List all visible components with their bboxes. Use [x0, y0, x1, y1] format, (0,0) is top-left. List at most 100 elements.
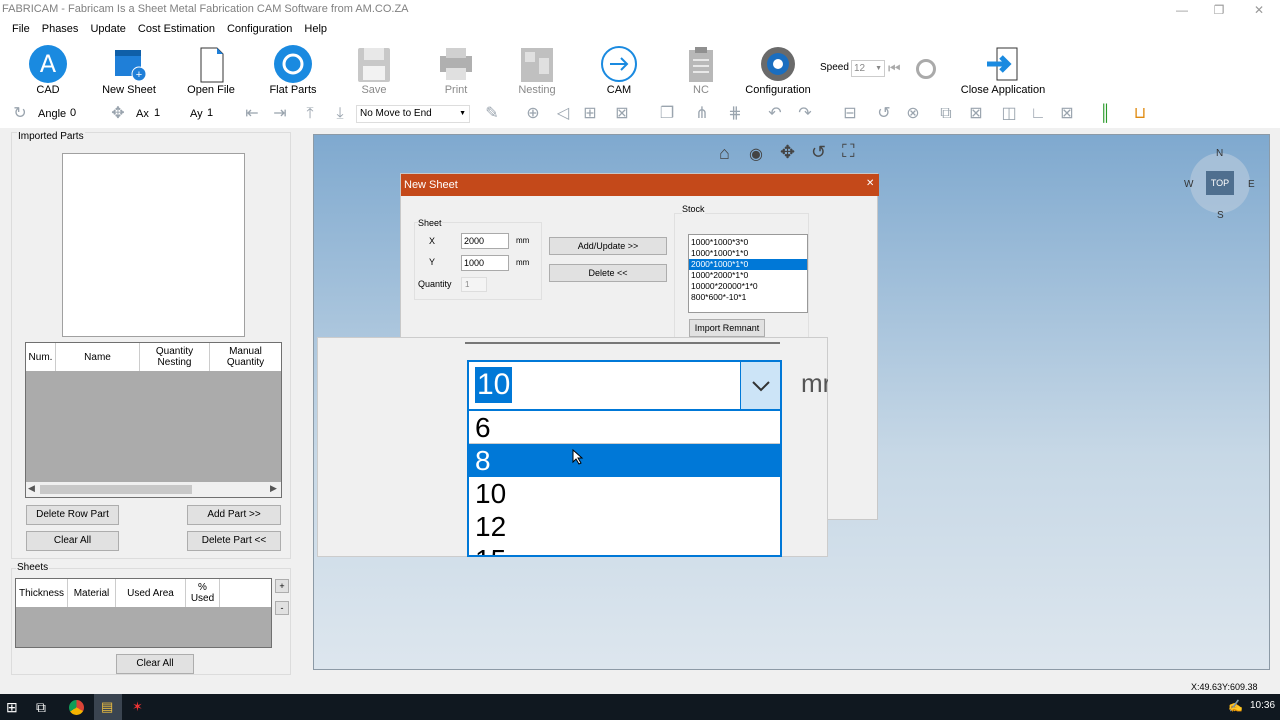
step-back-icon[interactable]: ⏮ — [888, 60, 908, 78]
delete-part-button[interactable]: Delete Part << — [187, 531, 281, 551]
delete-box-icon[interactable]: ⊠ — [1057, 104, 1077, 124]
move-right-end-icon[interactable]: ⇥ — [270, 104, 290, 124]
stock-listbox[interactable]: 1000*1000*3*0 1000*1000*1*0 2000*1000*1*… — [688, 234, 808, 313]
rotate-icon[interactable]: ↻ — [10, 104, 30, 124]
cam-button[interactable]: CAM — [581, 40, 657, 100]
scroll-thumb[interactable] — [40, 485, 192, 494]
stock-item[interactable]: 1000*2000*1*0 — [689, 270, 807, 281]
thickness-combobox[interactable]: 10 — [467, 360, 782, 411]
rotate-part-icon[interactable]: ↺ — [874, 104, 894, 124]
cross-icon[interactable]: ⊗ — [903, 104, 923, 124]
menu-help[interactable]: Help — [298, 20, 333, 38]
reset-view-icon[interactable]: ↺ — [811, 142, 826, 163]
copy-icon[interactable]: ❐ — [657, 104, 677, 124]
sheets-table[interactable]: Thickness Material Used Area % Used — [15, 578, 272, 648]
pen-icon[interactable]: ✎ — [482, 104, 502, 124]
thickness-option[interactable]: 15 — [469, 543, 780, 555]
close-application-button[interactable]: Close Application — [955, 40, 1051, 100]
italy-flag-icon[interactable]: ║ — [1095, 104, 1115, 124]
thickness-option[interactable]: 12 — [469, 510, 780, 543]
thickness-option-highlighted[interactable]: 8 — [469, 444, 780, 477]
remove-sheet-button[interactable]: - — [275, 601, 289, 615]
thickness-dropdown-list[interactable]: 6 8 10 12 15 — [467, 411, 782, 557]
menu-cost-estimation[interactable]: Cost Estimation — [132, 20, 221, 38]
combobox-dropdown-button[interactable] — [740, 362, 780, 409]
ax-input[interactable]: 1 — [151, 105, 185, 123]
delete-stock-button[interactable]: Delete << — [549, 264, 667, 282]
add-part-button[interactable]: Add Part >> — [187, 505, 281, 525]
clear-all-parts-button[interactable]: Clear All — [26, 531, 119, 551]
thickness-option[interactable]: 10 — [469, 477, 780, 510]
configuration-button[interactable]: Configuration — [740, 40, 816, 100]
print-button[interactable]: Print — [418, 40, 494, 100]
undo-icon[interactable]: ↶ — [765, 104, 785, 124]
mirror-icon[interactable]: ◁ — [553, 104, 573, 124]
speed-select[interactable]: 12 ▼ — [851, 60, 885, 77]
cut-icon[interactable]: ⊟ — [840, 104, 860, 124]
flat-parts-button[interactable]: Flat Parts — [255, 40, 331, 100]
new-sheet-button[interactable]: + New Sheet — [91, 40, 167, 100]
open-file-button[interactable]: Open File — [173, 40, 249, 100]
save-button[interactable]: Save — [336, 40, 412, 100]
dialog-close-icon[interactable]: ✕ — [866, 178, 874, 189]
task-view-icon[interactable]: ⧉ — [36, 699, 46, 716]
corner-icon[interactable]: ∟ — [1028, 104, 1048, 124]
pen-tray-icon[interactable]: ✍ — [1228, 699, 1243, 713]
menu-configuration[interactable]: Configuration — [221, 20, 298, 38]
minimize-button[interactable]: — — [1163, 0, 1201, 20]
stop-icon[interactable] — [916, 59, 936, 79]
x-input[interactable]: 2000 — [461, 233, 509, 249]
menu-file[interactable]: File — [6, 20, 36, 38]
parts-table[interactable]: Num. Name Quantity Nesting Manual Quanti… — [25, 342, 282, 498]
stock-item[interactable]: 1000*1000*3*0 — [689, 237, 807, 248]
close-window-button[interactable]: ✕ — [1240, 0, 1278, 20]
clear-all-sheets-button[interactable]: Clear All — [116, 654, 194, 674]
restore-button[interactable]: ❐ — [1200, 0, 1238, 20]
close-box-icon[interactable]: ⊠ — [966, 104, 986, 124]
add-update-button[interactable]: Add/Update >> — [549, 237, 667, 255]
pan-icon[interactable]: ✥ — [780, 142, 795, 163]
fullscreen-icon[interactable]: ⛶ — [842, 141, 855, 162]
help-tray-icon[interactable]: ⊔ — [1130, 104, 1150, 124]
distribute-icon[interactable]: ⋔ — [692, 104, 712, 124]
quantity-input[interactable]: 1 — [461, 277, 487, 292]
y-input[interactable]: 1000 — [461, 255, 509, 271]
delete-row-part-button[interactable]: Delete Row Part — [26, 505, 119, 525]
view-top-button[interactable]: TOP — [1206, 171, 1234, 195]
bracket-icon[interactable]: ⧉ — [936, 104, 956, 124]
nc-button[interactable]: NC — [663, 40, 739, 100]
menu-phases[interactable]: Phases — [36, 20, 85, 38]
windows-start-icon[interactable]: ⊞ — [6, 699, 18, 716]
move-left-end-icon[interactable]: ⇤ — [242, 104, 262, 124]
scroll-right-icon[interactable]: ▶ — [270, 483, 277, 494]
nc-small-icon[interactable]: ⊠ — [612, 104, 632, 124]
cad-button[interactable]: A CAD — [10, 40, 86, 100]
redo-icon[interactable]: ↷ — [795, 104, 815, 124]
nesting-button[interactable]: Nesting — [499, 40, 575, 100]
thickness-option[interactable]: 6 — [469, 411, 780, 444]
panel-icon[interactable]: ◫ — [999, 104, 1019, 124]
import-remnant-button[interactable]: Import Remnant — [689, 319, 765, 337]
move-top-icon[interactable]: ⤒ — [300, 104, 320, 124]
add-circle-icon[interactable]: ⊕ — [523, 104, 543, 124]
move-select[interactable]: No Move to End ▼ — [356, 105, 470, 123]
fabricam-app-icon[interactable]: ✶ — [132, 699, 143, 715]
stock-item[interactable]: 10000*20000*1*0 — [689, 281, 807, 292]
add-sheet-button[interactable]: + — [275, 579, 289, 593]
move-bottom-icon[interactable]: ⤓ — [330, 104, 350, 124]
group-icon[interactable]: ⋕ — [725, 104, 745, 124]
taskbar-app-active[interactable]: ▤ — [94, 694, 122, 720]
chrome-icon[interactable] — [69, 700, 84, 715]
move-icon[interactable]: ✥ — [108, 104, 128, 124]
angle-input[interactable]: 0 — [67, 105, 97, 123]
scroll-left-icon[interactable]: ◀ — [28, 483, 35, 494]
view-cube-compass[interactable]: N S E W TOP — [1184, 148, 1255, 221]
ay-input[interactable]: 1 — [204, 105, 238, 123]
focus-icon[interactable]: ◉ — [749, 144, 763, 164]
menu-update[interactable]: Update — [84, 20, 131, 38]
stock-item[interactable]: 1000*1000*1*0 — [689, 248, 807, 259]
stock-item-selected[interactable]: 2000*1000*1*0 — [689, 259, 807, 270]
home-icon[interactable]: ⌂ — [719, 143, 730, 164]
align-icon[interactable]: ⊞ — [580, 104, 600, 124]
horizontal-scrollbar[interactable]: ◀ ▶ — [26, 482, 281, 497]
